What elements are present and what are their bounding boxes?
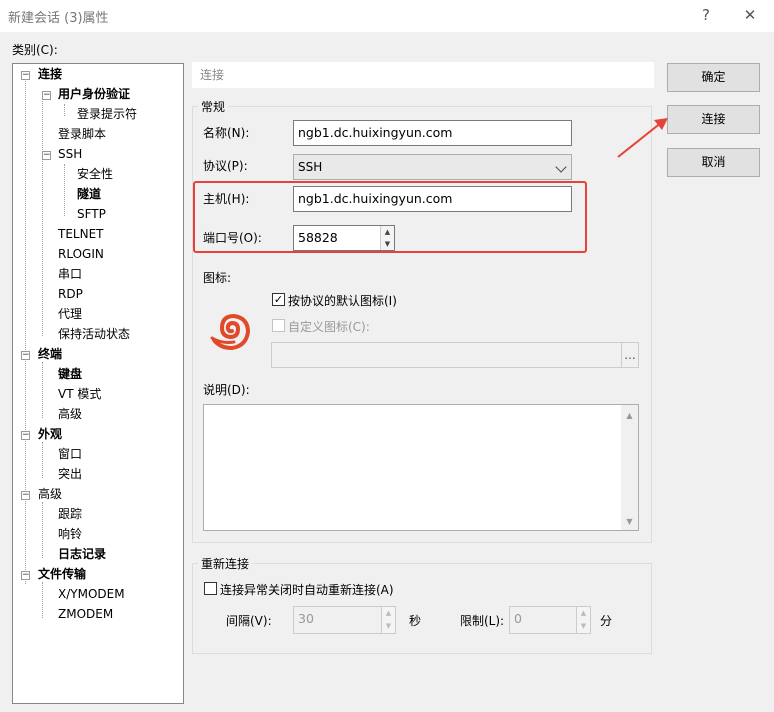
- tree-item-xymodem[interactable]: X/YMODEM: [58, 585, 125, 603]
- auto-reconnect-label: 连接异常关闭时自动重新连接(A): [220, 583, 394, 597]
- spin-down-icon[interactable]: ▼: [381, 620, 395, 633]
- collapse-icon[interactable]: −: [21, 571, 30, 580]
- collapse-icon[interactable]: −: [21, 431, 30, 440]
- auto-reconnect-checkbox[interactable]: [204, 582, 217, 595]
- tree-line: [42, 582, 43, 618]
- tree-line: [42, 502, 43, 558]
- tree-line: [42, 96, 43, 336]
- category-label: 类别(C):: [12, 43, 58, 57]
- tree-line: [25, 76, 26, 584]
- window-title: 新建会话 (3)属性: [8, 11, 109, 26]
- name-label: 名称(N):: [203, 126, 250, 140]
- default-icon-checkbox[interactable]: ✓: [272, 293, 285, 306]
- tree-item-trace[interactable]: 跟踪: [58, 505, 82, 523]
- custom-icon-path[interactable]: [271, 342, 623, 368]
- collapse-icon[interactable]: −: [21, 351, 30, 360]
- title-bar: [0, 0, 774, 32]
- ok-button[interactable]: 确定: [667, 63, 760, 92]
- tree-item-appearance[interactable]: 外观: [38, 425, 62, 443]
- tree-item-rlogin[interactable]: RLOGIN: [58, 245, 104, 263]
- default-icon-label: 按协议的默认图标(I): [288, 294, 397, 308]
- tree-item-bell[interactable]: 响铃: [58, 525, 82, 543]
- host-field[interactable]: ngb1.dc.huixingyun.com: [293, 186, 572, 212]
- limit-value: 0: [514, 611, 522, 626]
- browse-button[interactable]: ...: [621, 342, 639, 368]
- tree-line: [42, 442, 43, 478]
- tree-item-connection[interactable]: 连接: [38, 65, 62, 83]
- tree-item-ssh[interactable]: SSH: [58, 145, 82, 163]
- spin-down-icon[interactable]: ▼: [576, 620, 590, 633]
- collapse-icon[interactable]: −: [42, 151, 51, 160]
- tree-item-window[interactable]: 窗口: [58, 445, 82, 463]
- tree-line: [64, 164, 65, 216]
- annotation-arrow-icon: [617, 118, 668, 158]
- tree-item-proxy[interactable]: 代理: [58, 305, 82, 323]
- tree-item-terminal[interactable]: 终端: [38, 345, 62, 363]
- app-icon: [210, 310, 252, 352]
- scroll-down-icon[interactable]: ▼: [621, 517, 638, 526]
- description-label: 说明(D):: [203, 383, 250, 397]
- tree-item-keyboard[interactable]: 键盘: [58, 365, 82, 383]
- collapse-icon[interactable]: −: [42, 91, 51, 100]
- tree-item-keepalive[interactable]: 保持活动状态: [58, 325, 130, 343]
- limit-label: 限制(L):: [460, 614, 505, 628]
- tree-item-login-script[interactable]: 登录脚本: [58, 125, 106, 143]
- description-textarea[interactable]: ▲ ▼: [203, 404, 639, 531]
- tree-item-logging[interactable]: 日志记录: [58, 545, 106, 563]
- scrollbar[interactable]: ▲ ▼: [621, 405, 638, 530]
- connect-button[interactable]: 连接: [667, 105, 760, 134]
- port-label: 端口号(O):: [203, 231, 262, 245]
- port-value: 58828: [298, 230, 338, 245]
- interval-unit: 秒: [409, 614, 422, 628]
- tree-item-tunnel[interactable]: 隧道: [77, 185, 101, 203]
- custom-icon-checkbox[interactable]: [272, 319, 285, 332]
- scroll-up-icon[interactable]: ▲: [621, 411, 638, 420]
- interval-value: 30: [298, 611, 314, 626]
- tree-item-advanced[interactable]: 高级: [38, 485, 62, 503]
- tree-item-vt-mode[interactable]: VT 模式: [58, 385, 101, 403]
- tree-item-zmodem[interactable]: ZMODEM: [58, 605, 113, 623]
- limit-field[interactable]: 0 ▲ ▼: [509, 606, 591, 634]
- collapse-icon[interactable]: −: [21, 71, 30, 80]
- reconnect-title: 重新连接: [198, 555, 253, 572]
- spin-up-icon[interactable]: ▲: [576, 607, 590, 620]
- tree-item-highlight[interactable]: 突出: [58, 465, 82, 483]
- tree-item-login-prompt[interactable]: 登录提示符: [77, 105, 137, 123]
- tree-item-file-transfer[interactable]: 文件传输: [38, 565, 86, 583]
- protocol-label: 协议(P):: [203, 159, 248, 173]
- limit-unit: 分: [600, 614, 613, 628]
- spin-up-icon[interactable]: ▲: [380, 226, 394, 238]
- interval-label: 间隔(V):: [226, 614, 272, 628]
- tree-item-telnet[interactable]: TELNET: [58, 225, 104, 243]
- name-field[interactable]: ngb1.dc.huixingyun.com: [293, 120, 572, 146]
- tree-line: [64, 104, 65, 116]
- chevron-down-icon: [555, 161, 567, 173]
- general-title: 常规: [198, 98, 229, 115]
- cancel-button[interactable]: 取消: [667, 148, 760, 177]
- protocol-select[interactable]: SSH: [293, 154, 572, 180]
- spin-up-icon[interactable]: ▲: [381, 607, 395, 620]
- tree-item-sftp[interactable]: SFTP: [77, 205, 106, 223]
- tree-item-rdp[interactable]: RDP: [58, 285, 83, 303]
- tree-item-terminal-advanced[interactable]: 高级: [58, 405, 82, 423]
- custom-icon-label: 自定义图标(C):: [288, 320, 370, 334]
- interval-field[interactable]: 30 ▲ ▼: [293, 606, 396, 634]
- tree-item-user-auth[interactable]: 用户身份验证: [58, 85, 130, 103]
- section-header: 连接: [192, 62, 654, 88]
- collapse-icon[interactable]: −: [21, 491, 30, 500]
- host-label: 主机(H):: [203, 192, 250, 206]
- protocol-value: SSH: [298, 160, 323, 174]
- tree-item-security[interactable]: 安全性: [77, 165, 113, 183]
- category-tree[interactable]: − 连接 − 用户身份验证 登录提示符 登录脚本 − SSH 安全性 隧道 SF…: [12, 63, 184, 704]
- close-button[interactable]: ✕: [732, 4, 768, 28]
- icon-label: 图标:: [203, 271, 232, 285]
- port-field[interactable]: 58828 ▲ ▼: [293, 225, 395, 251]
- tree-line: [42, 362, 43, 418]
- tree-item-serial[interactable]: 串口: [58, 265, 82, 283]
- spin-down-icon[interactable]: ▼: [380, 238, 394, 250]
- help-button[interactable]: ?: [688, 4, 724, 28]
